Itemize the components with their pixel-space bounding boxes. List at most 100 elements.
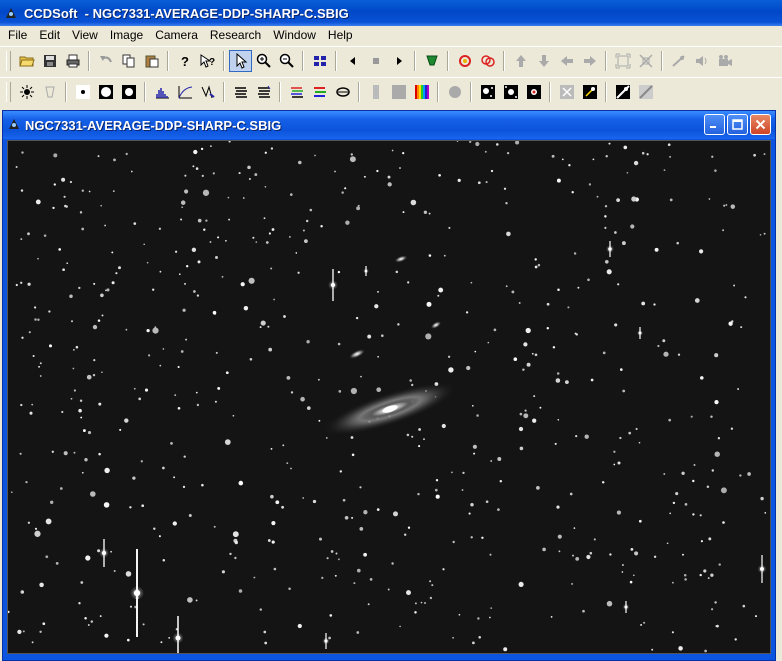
context-help-icon[interactable]: ? bbox=[196, 50, 219, 72]
star bbox=[181, 206, 184, 209]
stack2-icon[interactable] bbox=[252, 81, 275, 103]
star bbox=[487, 341, 490, 344]
zoom-out-icon[interactable] bbox=[275, 50, 298, 72]
toolbar-grip[interactable] bbox=[6, 81, 11, 102]
arrow-left-icon[interactable] bbox=[555, 50, 578, 72]
undo-icon[interactable] bbox=[94, 50, 117, 72]
arrow-up-icon[interactable] bbox=[509, 50, 532, 72]
brightness-icon[interactable] bbox=[15, 81, 38, 103]
toolbar-separator bbox=[335, 50, 337, 71]
reduce-icon[interactable] bbox=[38, 81, 61, 103]
menu-window[interactable]: Window bbox=[267, 26, 322, 45]
gray-block-icon[interactable] bbox=[364, 81, 387, 103]
star-field-icon[interactable] bbox=[476, 81, 499, 103]
star bbox=[643, 621, 646, 624]
camera-icon[interactable] bbox=[713, 50, 736, 72]
astronomical-image[interactable] bbox=[8, 141, 770, 653]
star bbox=[387, 182, 392, 187]
zoom-in-icon[interactable] bbox=[252, 50, 275, 72]
expand-icon[interactable] bbox=[634, 50, 657, 72]
image-canvas[interactable] bbox=[7, 140, 771, 654]
star bbox=[708, 198, 711, 200]
sbig-doc-icon[interactable] bbox=[7, 117, 21, 134]
star bbox=[242, 197, 245, 199]
star-large-icon[interactable] bbox=[117, 81, 140, 103]
print-icon[interactable] bbox=[61, 50, 84, 72]
menu-help[interactable]: Help bbox=[322, 26, 359, 45]
help-icon[interactable]: ? bbox=[173, 50, 196, 72]
speaker-icon[interactable] bbox=[690, 50, 713, 72]
star bbox=[471, 404, 474, 407]
minimize-button[interactable] bbox=[704, 114, 725, 135]
profile-icon[interactable] bbox=[196, 81, 219, 103]
save-icon[interactable] bbox=[38, 50, 61, 72]
rainbow-icon[interactable] bbox=[410, 81, 433, 103]
mute-icon[interactable] bbox=[667, 50, 690, 72]
stack-icon[interactable] bbox=[229, 81, 252, 103]
star bbox=[470, 281, 473, 284]
diagonal-icon[interactable] bbox=[611, 81, 634, 103]
tile-icon[interactable] bbox=[308, 50, 331, 72]
open-folder-icon[interactable] bbox=[15, 50, 38, 72]
star bbox=[367, 603, 370, 606]
curve-icon[interactable] bbox=[173, 81, 196, 103]
star-field2-icon[interactable] bbox=[499, 81, 522, 103]
histogram-icon[interactable] bbox=[150, 81, 173, 103]
star bbox=[478, 636, 481, 639]
circle-icon[interactable] bbox=[443, 81, 466, 103]
star-small-icon[interactable] bbox=[71, 81, 94, 103]
star-field3-icon[interactable] bbox=[522, 81, 545, 103]
star-medium-icon[interactable] bbox=[94, 81, 117, 103]
close-button[interactable] bbox=[750, 114, 771, 135]
star bbox=[15, 165, 18, 169]
menu-view[interactable]: View bbox=[66, 26, 104, 45]
star bbox=[201, 483, 204, 487]
window-title: CCDSoft - NGC7331-AVERAGE-DDP-SHARP-C.SB… bbox=[24, 5, 349, 21]
menu-research[interactable]: Research bbox=[204, 26, 267, 45]
star bbox=[725, 204, 728, 206]
arrow-right-icon[interactable] bbox=[578, 50, 601, 72]
filter-icon[interactable] bbox=[420, 50, 443, 72]
next-icon[interactable] bbox=[387, 50, 410, 72]
star bbox=[180, 200, 186, 205]
crosshair-icon[interactable] bbox=[555, 81, 578, 103]
fit-icon[interactable] bbox=[611, 50, 634, 72]
menu-file[interactable]: File bbox=[2, 26, 33, 45]
focus-icon[interactable] bbox=[453, 50, 476, 72]
star bbox=[282, 444, 285, 447]
star bbox=[101, 371, 103, 374]
star bbox=[350, 436, 354, 439]
color-stack3-icon[interactable] bbox=[331, 81, 354, 103]
star bbox=[747, 472, 751, 476]
menu-edit[interactable]: Edit bbox=[33, 26, 66, 45]
star bbox=[106, 288, 110, 292]
star bbox=[212, 310, 217, 315]
paste-icon[interactable] bbox=[140, 50, 163, 72]
sparkle-icon[interactable] bbox=[578, 81, 601, 103]
star bbox=[438, 173, 441, 177]
document-title-bar[interactable]: NGC7331-AVERAGE-DDP-SHARP-C.SBIG bbox=[3, 111, 775, 139]
maximize-button[interactable] bbox=[727, 114, 748, 135]
menu-image[interactable]: Image bbox=[104, 26, 149, 45]
arrow-down-icon[interactable] bbox=[532, 50, 555, 72]
star bbox=[270, 448, 273, 450]
star bbox=[221, 275, 224, 278]
star bbox=[124, 418, 129, 423]
focus2-icon[interactable] bbox=[476, 50, 499, 72]
pointer-icon[interactable] bbox=[229, 49, 252, 72]
star bbox=[582, 609, 585, 613]
gray-block2-icon[interactable] bbox=[387, 81, 410, 103]
toolbar-grip[interactable] bbox=[6, 50, 11, 71]
main-title-bar[interactable]: CCDSoft - NGC7331-AVERAGE-DDP-SHARP-C.SB… bbox=[0, 0, 782, 26]
stop-icon[interactable] bbox=[364, 50, 387, 72]
prev-icon[interactable] bbox=[341, 50, 364, 72]
diagonal2-icon[interactable] bbox=[634, 81, 657, 103]
star bbox=[682, 553, 684, 556]
copy-icon[interactable] bbox=[117, 50, 140, 72]
star bbox=[542, 547, 546, 552]
color-stack-icon[interactable] bbox=[285, 81, 308, 103]
ccdsoft-app-icon[interactable] bbox=[4, 6, 18, 20]
color-stack2-icon[interactable] bbox=[308, 81, 331, 103]
menu-camera[interactable]: Camera bbox=[149, 26, 204, 45]
star bbox=[677, 353, 681, 356]
